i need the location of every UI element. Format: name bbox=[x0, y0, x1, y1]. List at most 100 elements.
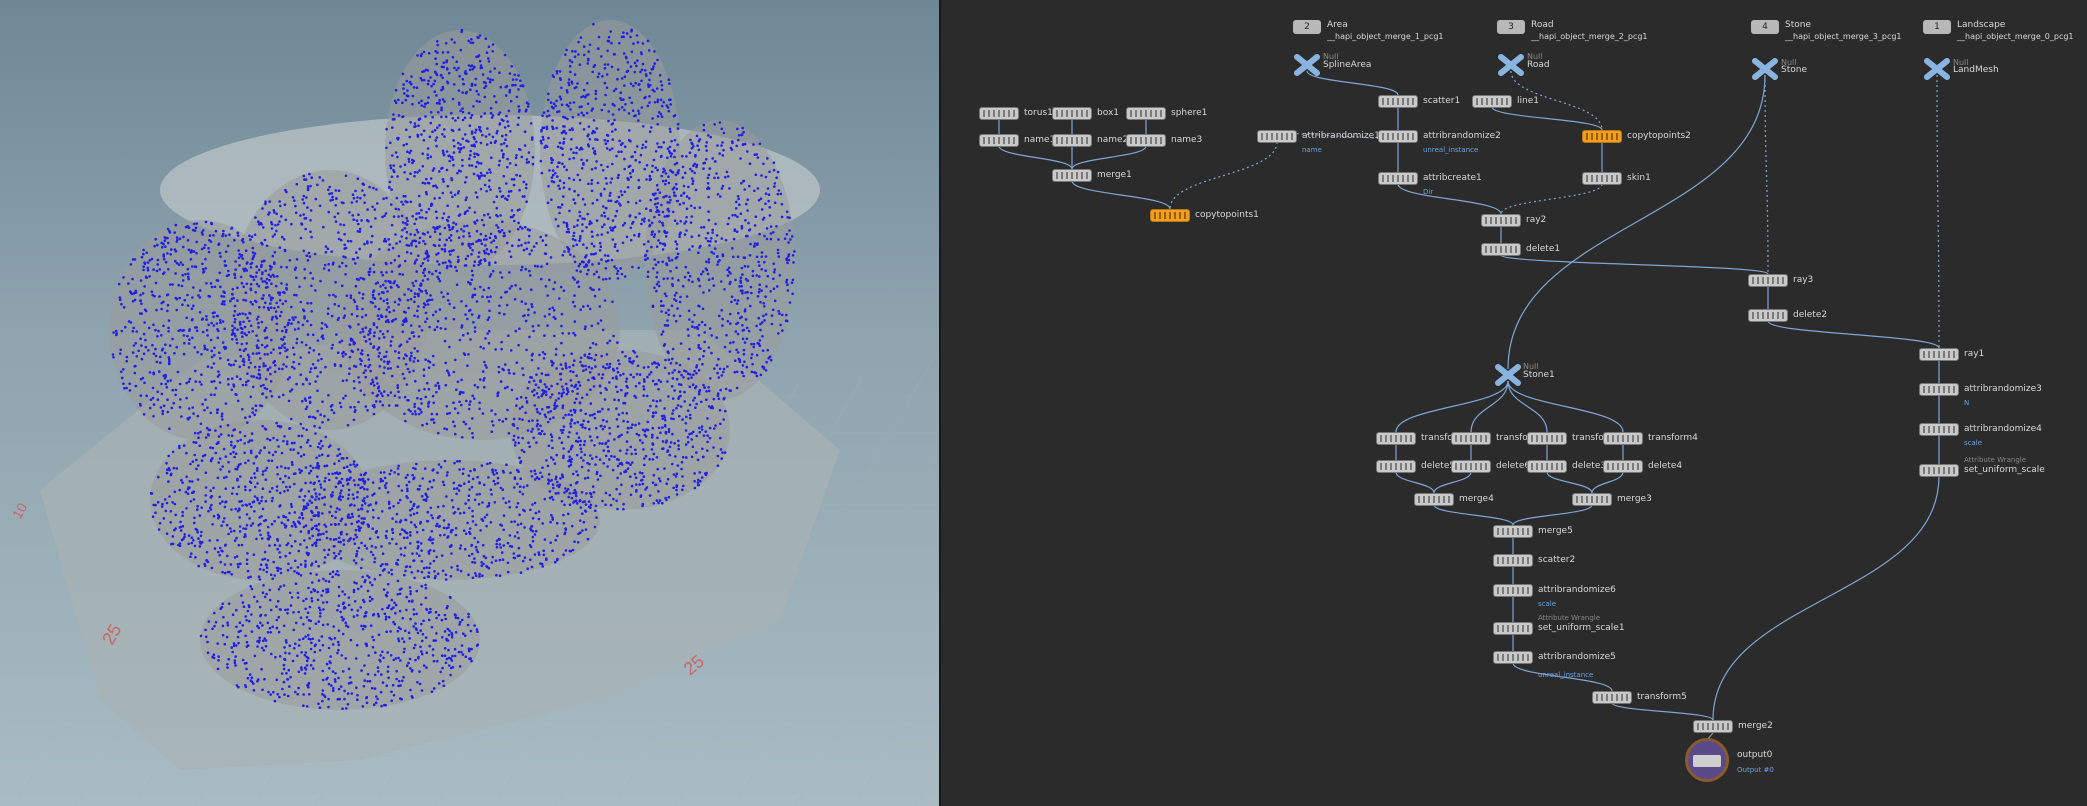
node-sublabel-attribrandomize4: scale bbox=[1964, 439, 1983, 447]
node-type-label: Attribute Wrangle bbox=[1964, 456, 2027, 464]
node-attribrandomize6[interactable] bbox=[1493, 584, 1533, 597]
node-label-copytopoints1: copytopoints1 bbox=[1195, 210, 1259, 220]
object-merge-road-path: __hapi_object_merge_2_pcg1 bbox=[1531, 32, 1648, 41]
node-transform5[interactable] bbox=[1592, 691, 1632, 704]
node-label-ray2: ray2 bbox=[1526, 215, 1547, 225]
node-merge3[interactable] bbox=[1572, 493, 1612, 506]
node-attribrandomize3[interactable] bbox=[1919, 383, 1959, 396]
object-merge-road-badge[interactable]: 3 bbox=[1497, 20, 1525, 34]
node-ray3[interactable] bbox=[1748, 274, 1788, 287]
node-merge1[interactable] bbox=[1052, 169, 1092, 182]
node-delete6[interactable] bbox=[1451, 460, 1491, 473]
node-skin1[interactable] bbox=[1582, 172, 1622, 185]
node-scatter2[interactable] bbox=[1493, 554, 1533, 567]
node-attribrandomize2[interactable] bbox=[1378, 130, 1418, 143]
node-label-delete3: delete3 bbox=[1572, 461, 1607, 471]
node-label-transform5: transform5 bbox=[1637, 692, 1687, 702]
viewport-scene[interactable]: 25 25 10 bbox=[0, 0, 939, 806]
node-type-label: Attribute Wrangle bbox=[1538, 614, 1601, 622]
node-ray2[interactable] bbox=[1481, 214, 1521, 227]
node-line1[interactable] bbox=[1472, 95, 1512, 108]
node-sphere1[interactable] bbox=[1126, 107, 1166, 120]
node-label-stone: Stone bbox=[1781, 65, 1807, 75]
node-label-attribrandomize1: attribrandomize1 bbox=[1302, 131, 1380, 141]
object-merge-landscape-badge[interactable]: 1 bbox=[1923, 20, 1951, 34]
node-label-box1: box1 bbox=[1097, 108, 1119, 118]
node-wires bbox=[998, 70, 1940, 741]
node-delete1[interactable] bbox=[1481, 243, 1521, 256]
node-copytopoints1[interactable] bbox=[1150, 209, 1190, 222]
node-attribrandomize1[interactable] bbox=[1257, 130, 1297, 143]
node-merge5[interactable] bbox=[1493, 525, 1533, 538]
object-merge-landscape-path: __hapi_object_merge_0_pcg1 bbox=[1957, 32, 2074, 41]
node-label-set-uniform-scale1: set_uniform_scale1 bbox=[1538, 623, 1625, 633]
node-transform2[interactable] bbox=[1451, 432, 1491, 445]
node-label-attribrandomize2: attribrandomize2 bbox=[1423, 131, 1501, 141]
node-label-name3: name3 bbox=[1171, 135, 1203, 145]
null-node-icon[interactable] bbox=[1294, 54, 1320, 76]
node-set-uniform-scale1[interactable] bbox=[1493, 622, 1533, 635]
node-label-attribrandomize4: attribrandomize4 bbox=[1964, 424, 2042, 434]
node-label-delete4: delete4 bbox=[1648, 461, 1683, 471]
node-sublabel-output0: Output #0 bbox=[1737, 766, 1774, 774]
node-label-scatter2: scatter2 bbox=[1538, 555, 1576, 565]
null-node-icon[interactable] bbox=[1924, 58, 1950, 80]
object-merge-stone-name: Stone bbox=[1785, 20, 1811, 30]
node-label-name1: name1 bbox=[1024, 135, 1056, 145]
node-attribrandomize5[interactable] bbox=[1493, 651, 1533, 664]
node-network-pane[interactable]: 2 Area __hapi_object_merge_1_pcg1 3 Road… bbox=[941, 0, 2087, 806]
object-merge-road-name: Road bbox=[1531, 20, 1554, 30]
node-sublabel-attribrandomize2: unreal_instance bbox=[1423, 146, 1479, 154]
node-label-merge1: merge1 bbox=[1097, 170, 1132, 180]
node-label-attribcreate1: attribcreate1 bbox=[1423, 173, 1482, 183]
node-label-attribrandomize6: attribrandomize6 bbox=[1538, 585, 1616, 595]
node-attribrandomize4[interactable] bbox=[1919, 423, 1959, 436]
node-delete3[interactable] bbox=[1527, 460, 1567, 473]
node-label-copytopoints2: copytopoints2 bbox=[1627, 131, 1691, 141]
node-label-splinearea: SplineArea bbox=[1323, 60, 1372, 70]
node-label-sphere1: sphere1 bbox=[1171, 108, 1208, 118]
node-label-attribrandomize3: attribrandomize3 bbox=[1964, 384, 2042, 394]
node-sublabel-attribrandomize1: name bbox=[1302, 146, 1322, 154]
null-node-icon[interactable] bbox=[1752, 58, 1778, 80]
3d-viewport[interactable]: 25 25 10 bbox=[0, 0, 939, 806]
node-label-transform4: transform4 bbox=[1648, 433, 1698, 443]
node-label-road: Road bbox=[1527, 60, 1550, 70]
node-attribcreate1[interactable] bbox=[1378, 172, 1418, 185]
node-delete4[interactable] bbox=[1603, 460, 1643, 473]
node-merge4[interactable] bbox=[1414, 493, 1454, 506]
node-name1[interactable] bbox=[979, 134, 1019, 147]
node-sublabel-attribrandomize6: scale bbox=[1538, 600, 1557, 608]
node-label-torus1: torus1 bbox=[1024, 108, 1053, 118]
node-label-set-uniform-scale: set_uniform_scale bbox=[1964, 465, 2045, 475]
node-label-merge5: merge5 bbox=[1538, 526, 1573, 536]
object-merge-stone-badge[interactable]: 4 bbox=[1751, 20, 1779, 34]
node-delete5[interactable] bbox=[1376, 460, 1416, 473]
object-merge-area-name: Area bbox=[1327, 20, 1348, 30]
node-torus1[interactable] bbox=[979, 107, 1019, 120]
node-delete2[interactable] bbox=[1748, 309, 1788, 322]
node-transform1[interactable] bbox=[1376, 432, 1416, 445]
node-label-merge3: merge3 bbox=[1617, 494, 1652, 504]
node-set-uniform-scale[interactable] bbox=[1919, 464, 1959, 477]
node-transform4[interactable] bbox=[1603, 432, 1643, 445]
node-label-output0: output0 bbox=[1737, 750, 1773, 760]
node-label-attribrandomize5: attribrandomize5 bbox=[1538, 652, 1616, 662]
object-merge-area-badge[interactable]: 2 bbox=[1293, 20, 1321, 34]
node-merge2[interactable] bbox=[1693, 720, 1733, 733]
object-merge-landscape-name: Landscape bbox=[1957, 20, 2006, 30]
node-name2[interactable] bbox=[1052, 134, 1092, 147]
node-label-merge4: merge4 bbox=[1459, 494, 1494, 504]
node-label-scatter1: scatter1 bbox=[1423, 96, 1461, 106]
node-name3[interactable] bbox=[1126, 134, 1166, 147]
node-ray1[interactable] bbox=[1919, 348, 1959, 361]
null-node-icon[interactable] bbox=[1498, 54, 1524, 76]
output0-node[interactable] bbox=[1685, 738, 1729, 782]
node-sublabel-attribrandomize5: unreal_instance bbox=[1538, 671, 1594, 679]
node-box1[interactable] bbox=[1052, 107, 1092, 120]
node-copytopoints2[interactable] bbox=[1582, 130, 1622, 143]
node-scatter1[interactable] bbox=[1378, 95, 1418, 108]
node-transform3[interactable] bbox=[1527, 432, 1567, 445]
null-node-icon[interactable] bbox=[1495, 364, 1521, 386]
node-label-ray1: ray1 bbox=[1964, 349, 1985, 359]
